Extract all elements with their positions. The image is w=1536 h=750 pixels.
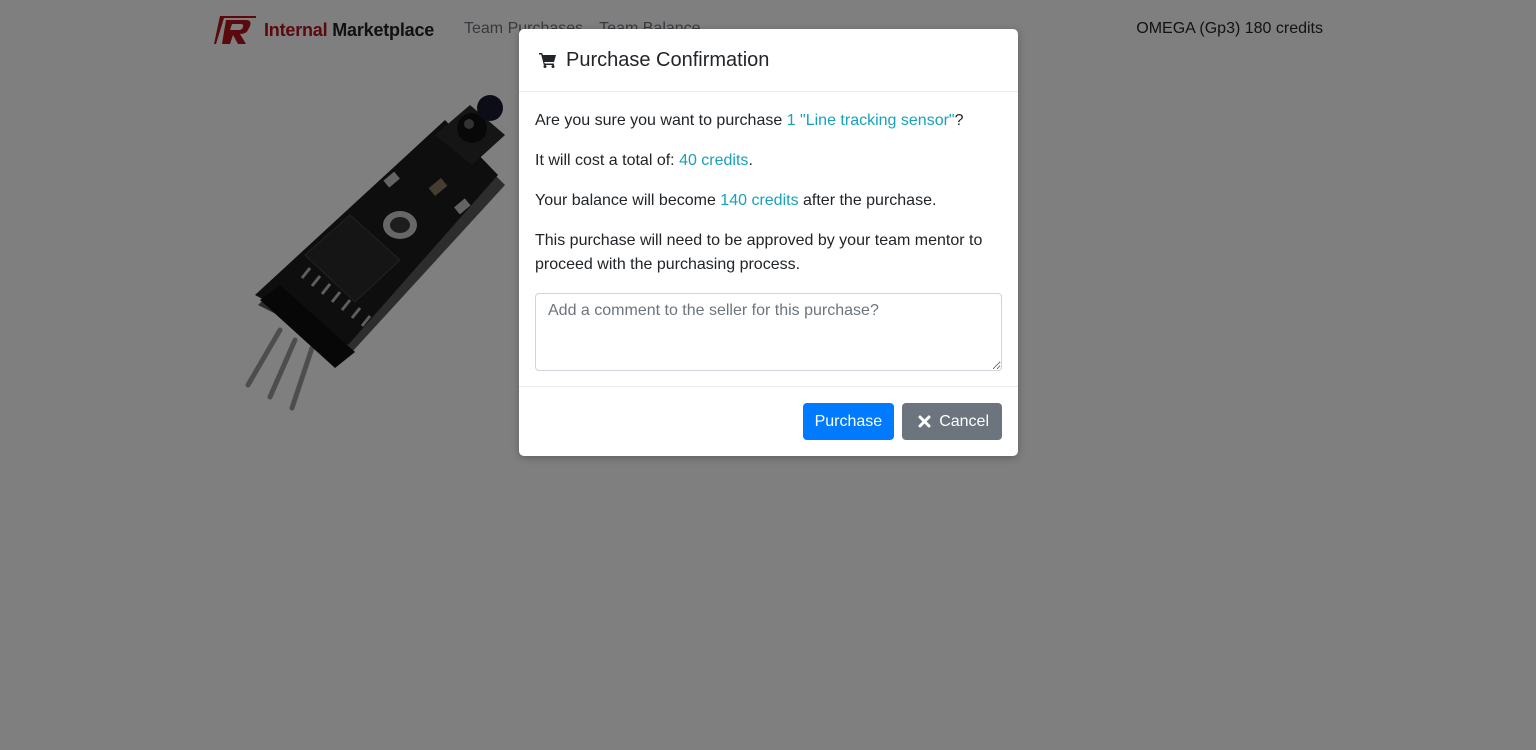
approval-note: This purchase will need to be approved b…: [535, 232, 983, 273]
cost-amount: 40 credits: [679, 152, 749, 169]
purchase-item: 1 "Line tracking sensor": [786, 112, 955, 129]
modal-title: Purchase Confirmation: [566, 48, 770, 71]
purchase-button[interactable]: Purchase: [802, 403, 895, 440]
modal-footer: Purchase Cancel: [519, 386, 1018, 456]
total-cost: It will cost a total of: 40 credits.: [535, 152, 753, 169]
purchase-confirmation-modal: Purchase Confirmation Are you sure you w…: [519, 29, 1018, 456]
new-balance: Your balance will become 140 credits aft…: [535, 192, 937, 209]
modal-header: Purchase Confirmation: [519, 29, 1018, 92]
seller-comment-input[interactable]: [535, 293, 1002, 371]
cancel-button[interactable]: Cancel: [902, 403, 1002, 440]
cancel-button-label: Cancel: [939, 412, 989, 430]
balance-amount: 140 credits: [720, 192, 799, 209]
modal-body: Are you sure you want to purchase 1 "Lin…: [519, 92, 1018, 371]
close-icon: [918, 415, 931, 428]
shopping-cart-icon: [539, 52, 557, 68]
purchase-question: Are you sure you want to purchase 1 "Lin…: [535, 112, 964, 129]
